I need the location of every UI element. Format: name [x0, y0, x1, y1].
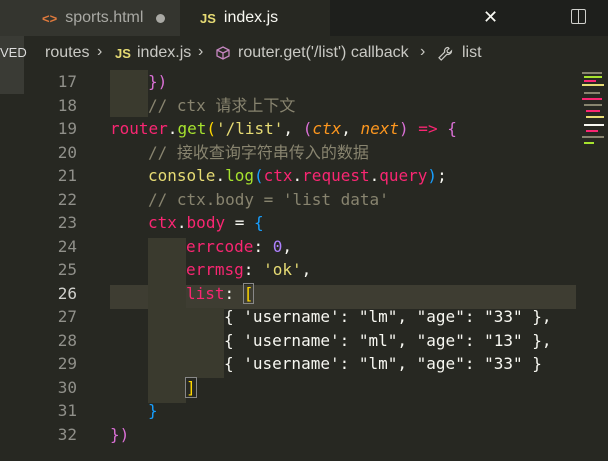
js-file-icon: JS [115, 46, 131, 61]
code-line-18: // ctx 请求上下文 [148, 95, 296, 115]
minimap[interactable] [582, 70, 608, 461]
breadcrumb-item-callback[interactable]: router.get('/list') callback [238, 44, 409, 62]
code-line-30: ] [185, 376, 197, 398]
breadcrumb-item-routes[interactable]: routes [45, 44, 89, 62]
line-number: 19 [57, 119, 77, 138]
line-number: 22 [57, 189, 77, 209]
chevron-right-icon: › [97, 43, 103, 60]
line-number: 21 [57, 166, 77, 185]
close-icon[interactable]: ✕ [483, 7, 498, 28]
code-line-27: { 'username': "lm", "age": "33" }, [224, 307, 552, 326]
cube-icon [216, 46, 230, 65]
line-number: 17 [57, 72, 77, 91]
breadcrumb-item-list[interactable]: list [462, 44, 482, 62]
chevron-right-icon: › [198, 43, 204, 60]
line-number: 31 [57, 401, 77, 420]
html-file-icon: <> [42, 10, 58, 26]
unsaved-dot-icon[interactable] [156, 14, 165, 23]
code-line-23: ctx.body = { [148, 213, 264, 232]
tab-label: index.js [223, 9, 279, 26]
wrench-icon [437, 46, 453, 67]
breadcrumb-item-file[interactable]: index.js [137, 44, 191, 62]
code-line-21: console.log(ctx.request.query); [148, 166, 447, 185]
code-line-22: // ctx.body = 'list data' [148, 189, 389, 209]
minimap-line [582, 84, 604, 86]
minimap-line [586, 116, 604, 118]
minimap-line [584, 104, 602, 106]
minimap-line [584, 124, 604, 126]
chevron-right-icon: › [420, 43, 426, 60]
code-line-17: }) [148, 72, 168, 91]
minimap-line [584, 92, 600, 94]
line-number: 20 [57, 142, 77, 162]
minimap-line [584, 76, 602, 78]
line-number: 27 [57, 307, 77, 326]
breadcrumb: routes › JS index.js › router.get('/list… [0, 36, 608, 70]
code-line-29: { 'username': "lm", "age": "33" } [224, 354, 542, 373]
code-line-20: // 接收查询字符串传入的数据 [148, 142, 369, 162]
code-line-24: errcode: 0, [186, 236, 292, 256]
line-number-active: 26 [57, 283, 77, 303]
line-number: 18 [57, 95, 77, 115]
line-number-gutter: 17 18 19 20 21 22 23 24 25 26 27 28 29 3… [24, 70, 84, 461]
tab-sports-html[interactable]: <> sports.html [0, 0, 180, 36]
code-line-26: list: [ [186, 282, 255, 304]
minimap-line [586, 130, 598, 132]
code-line-32: }) [110, 424, 130, 444]
code-line-28: { 'username': "ml", "age": "13" }, [224, 330, 552, 350]
line-number: 30 [57, 377, 77, 397]
minimap-line [582, 98, 602, 100]
code-editor[interactable]: }) // ctx 请求上下文 router.get('/list', (ctx… [110, 70, 580, 461]
line-number: 32 [57, 424, 77, 444]
minimap-line [582, 72, 602, 74]
tab-index-js[interactable]: JS index.js ✕ [180, 0, 498, 36]
sidebar-stub: VED [0, 36, 27, 70]
line-number: 29 [57, 354, 77, 373]
js-file-icon: JS [200, 10, 216, 26]
line-number: 28 [57, 330, 77, 350]
split-editor-icon[interactable] [571, 9, 586, 24]
code-line-25: errmsg: 'ok', [186, 260, 312, 279]
minimap-line [584, 80, 596, 82]
code-line-19: router.get('/list', (ctx, next) => { [110, 119, 457, 138]
tab-label: sports.html [65, 9, 144, 26]
sidebar-edge [0, 70, 24, 94]
line-number: 23 [57, 213, 77, 232]
minimap-line [586, 110, 600, 112]
minimap-line [582, 136, 604, 138]
line-number: 25 [57, 260, 77, 279]
tab-bar: <> sports.html JS index.js ✕ [0, 0, 608, 36]
line-number: 24 [57, 236, 77, 256]
minimap-line [584, 142, 594, 144]
code-line-31: } [148, 401, 158, 420]
